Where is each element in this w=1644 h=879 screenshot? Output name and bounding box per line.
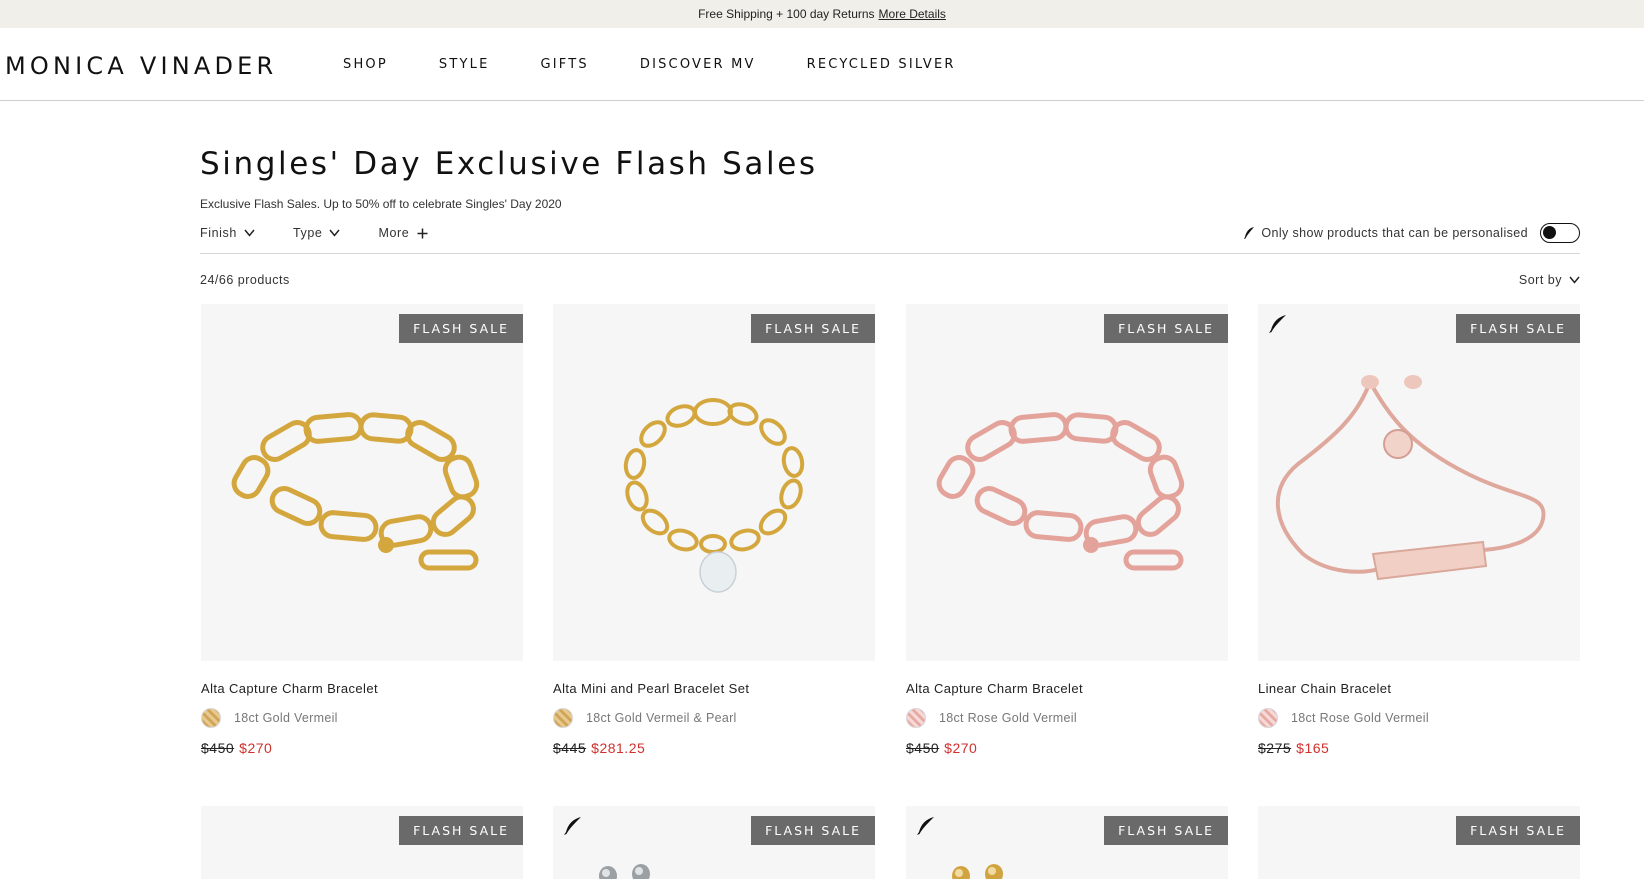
nav-recycled-silver[interactable]: RECYCLED SILVER: [807, 57, 956, 72]
flash-sale-badge: FLASH SALE: [399, 816, 523, 845]
original-price: $450: [201, 740, 235, 756]
filter-divider: [200, 253, 1580, 254]
finish-swatch[interactable]: [553, 708, 573, 728]
product-name[interactable]: Alta Capture Charm Bracelet: [201, 681, 378, 696]
more-details-link[interactable]: More Details: [879, 7, 946, 21]
product-image[interactable]: FLASH SALE: [1258, 304, 1580, 661]
product-price: $450 $270: [201, 740, 272, 756]
product-image[interactable]: FLASH SALE: [553, 806, 875, 879]
product-image[interactable]: FLASH SALE: [906, 304, 1228, 661]
filter-finish[interactable]: Finish: [200, 226, 255, 240]
filter-type[interactable]: Type: [293, 226, 341, 240]
flash-sale-badge: FLASH SALE: [1456, 816, 1580, 845]
chevron-down-icon: [329, 229, 341, 237]
flash-sale-badge: FLASH SALE: [1104, 816, 1228, 845]
nav-discover-mv[interactable]: DISCOVER MV: [640, 57, 756, 72]
product-image[interactable]: FLASH SALE: [1258, 806, 1580, 879]
original-price: $275: [1258, 740, 1292, 756]
product-card[interactable]: FLASH SALE Alta Mini and Pearl Bracelet …: [553, 304, 875, 756]
product-finish: 18ct Rose Gold Vermeil: [1258, 708, 1429, 728]
page-subtitle: Exclusive Flash Sales. Up to 50% off to …: [200, 197, 562, 211]
flash-sale-badge: FLASH SALE: [1456, 314, 1580, 343]
sale-price: $281.25: [591, 740, 646, 756]
nav-style[interactable]: STYLE: [439, 57, 490, 72]
sale-price: $270: [239, 740, 273, 756]
finish-swatch[interactable]: [1258, 708, 1278, 728]
gold-link-bracelet-image: [231, 412, 480, 571]
original-price: $450: [906, 740, 940, 756]
sort-dropdown[interactable]: Sort by: [1519, 273, 1580, 287]
product-name[interactable]: Linear Chain Bracelet: [1258, 681, 1391, 696]
product-count: 24/66 products: [200, 273, 290, 287]
personalise-feather-icon: [1268, 314, 1288, 334]
product-image[interactable]: FLASH SALE: [201, 304, 523, 661]
flash-sale-badge: FLASH SALE: [751, 314, 875, 343]
gold-chain-pearl-bracelet-image: [623, 398, 805, 593]
flash-sale-badge: FLASH SALE: [751, 816, 875, 845]
promo-text: Free Shipping + 100 day Returns: [698, 7, 875, 21]
filter-more[interactable]: More: [378, 226, 428, 240]
personalise-label: Only show products that can be personali…: [1261, 226, 1528, 240]
product-price: $450 $270: [906, 740, 977, 756]
product-image[interactable]: FLASH SALE: [906, 806, 1228, 879]
rose-gold-link-bracelet-image: [936, 412, 1185, 571]
filter-type-label: Type: [292, 226, 323, 240]
product-price: $275 $165: [1258, 740, 1329, 756]
filter-bar: Finish Type More: [200, 226, 466, 240]
finish-label: 18ct Gold Vermeil: [234, 711, 338, 725]
toggle-knob: [1543, 226, 1556, 239]
finish-label: 18ct Rose Gold Vermeil: [1291, 711, 1429, 725]
product-finish: 18ct Rose Gold Vermeil: [906, 708, 1077, 728]
silver-earrings-image: [599, 864, 650, 879]
page-title: Singles' Day Exclusive Flash Sales: [200, 146, 818, 182]
site-header: MONICA VINADER SHOP STYLE GIFTS DISCOVER…: [0, 28, 1644, 101]
gold-earrings-image: [952, 864, 1003, 879]
product-image[interactable]: FLASH SALE: [201, 806, 523, 879]
filter-finish-label: Finish: [200, 226, 237, 240]
personalise-feather-icon: [916, 816, 936, 836]
product-card[interactable]: FLASH SALE: [906, 806, 1228, 879]
plus-icon: [417, 228, 428, 239]
personalise-toggle[interactable]: [1540, 223, 1580, 243]
product-card[interactable]: FLASH SALE: [1258, 806, 1580, 879]
product-price: $445 $281.25: [553, 740, 645, 756]
finish-swatch[interactable]: [201, 708, 221, 728]
product-card[interactable]: FLASH SALE Alta Capture Charm Bracelet 1…: [906, 304, 1228, 756]
product-card[interactable]: FLASH SALE: [553, 806, 875, 879]
promo-bar: Free Shipping + 100 day Returns More Det…: [0, 0, 1644, 28]
personalise-feather-icon: [563, 816, 583, 836]
brand-logo[interactable]: MONICA VINADER: [5, 52, 277, 80]
chevron-down-icon: [244, 229, 255, 237]
nav-gifts[interactable]: GIFTS: [541, 57, 589, 72]
nav-shop[interactable]: SHOP: [343, 57, 388, 72]
flash-sale-badge: FLASH SALE: [1104, 314, 1228, 343]
sale-price: $270: [944, 740, 978, 756]
chevron-down-icon: [1569, 276, 1580, 284]
rose-gold-bar-bracelet-image: [1275, 375, 1546, 581]
finish-label: 18ct Rose Gold Vermeil: [939, 711, 1077, 725]
product-name[interactable]: Alta Mini and Pearl Bracelet Set: [553, 681, 749, 696]
flash-sale-badge: FLASH SALE: [399, 314, 523, 343]
feather-icon: [1243, 226, 1255, 240]
main-nav: SHOP STYLE GIFTS DISCOVER MV RECYCLED SI…: [343, 57, 1007, 72]
product-finish: 18ct Gold Vermeil & Pearl: [553, 708, 737, 728]
finish-swatch[interactable]: [906, 708, 926, 728]
product-card[interactable]: FLASH SALE Alta Capture Charm Bracelet 1…: [201, 304, 523, 756]
product-name[interactable]: Alta Capture Charm Bracelet: [906, 681, 1083, 696]
product-card[interactable]: FLASH SALE: [201, 806, 523, 879]
product-image[interactable]: FLASH SALE: [553, 304, 875, 661]
sort-label: Sort by: [1518, 273, 1562, 287]
personalise-filter: Only show products that can be personali…: [1243, 223, 1580, 243]
sale-price: $165: [1296, 740, 1330, 756]
product-finish: 18ct Gold Vermeil: [201, 708, 338, 728]
finish-label: 18ct Gold Vermeil & Pearl: [586, 711, 737, 725]
original-price: $445: [553, 740, 587, 756]
product-card[interactable]: FLASH SALE Linear Chain Bracelet 18ct Ro…: [1258, 304, 1580, 756]
filter-more-label: More: [378, 226, 410, 240]
